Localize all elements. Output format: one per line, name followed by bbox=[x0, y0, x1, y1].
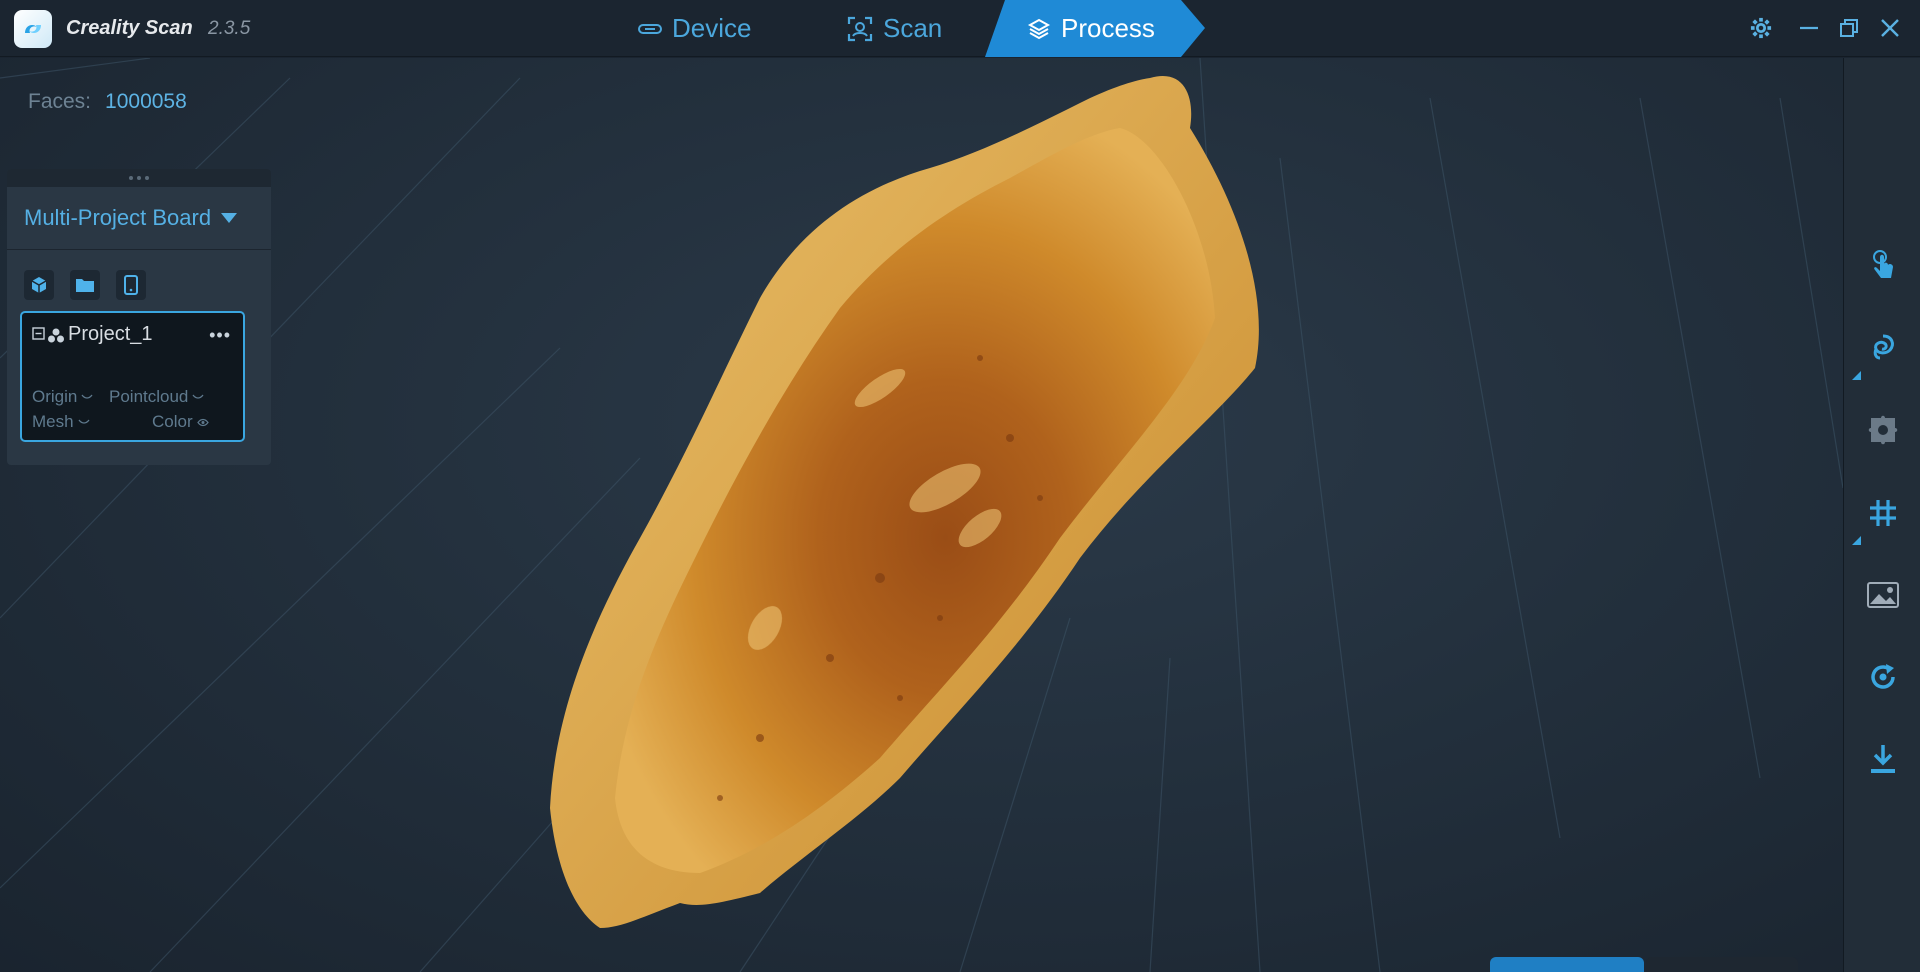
layer-origin-label: Origin bbox=[32, 387, 78, 406]
multi-project-board-dropdown[interactable]: Multi-Project Board bbox=[7, 187, 271, 250]
touch-select-tool[interactable] bbox=[1866, 248, 1900, 282]
project-icons bbox=[32, 327, 65, 343]
minimize-icon bbox=[1800, 26, 1818, 30]
eye-icon[interactable] bbox=[196, 418, 209, 427]
cube-icon bbox=[31, 277, 47, 293]
faces-readout: Faces: 1000058 bbox=[28, 90, 187, 114]
layer-pointcloud[interactable]: Pointcloud bbox=[109, 387, 204, 407]
restore-icon bbox=[1840, 19, 1858, 37]
right-toolbar bbox=[1843, 58, 1920, 972]
tab-process-label: Process bbox=[1061, 13, 1155, 43]
rotate-icon bbox=[1871, 664, 1895, 689]
image-texture-icon bbox=[1867, 582, 1899, 608]
hidden-eye-icon[interactable] bbox=[81, 393, 93, 401]
project-name: Project_1 bbox=[68, 323, 153, 345]
app-name: Creality Scan bbox=[66, 17, 193, 39]
project-more-button[interactable]: ••• bbox=[209, 325, 231, 346]
floor-grid bbox=[0, 58, 1843, 972]
scan-frame-icon bbox=[847, 16, 873, 41]
tab-scan[interactable]: Scan bbox=[847, 0, 942, 57]
layer-mesh[interactable]: Mesh bbox=[32, 412, 90, 432]
app-version: 2.3.5 bbox=[208, 18, 251, 39]
settings-icon bbox=[1750, 17, 1772, 39]
hidden-eye-icon[interactable] bbox=[192, 393, 204, 401]
lasso-submenu-indicator bbox=[1852, 371, 1861, 380]
hash-grid-icon bbox=[1870, 500, 1896, 526]
chevron-down-icon bbox=[221, 213, 238, 223]
lasso-tool[interactable] bbox=[1866, 330, 1900, 364]
3d-viewport[interactable]: Faces: 1000058 Multi-Project Board Proje… bbox=[0, 58, 1843, 972]
tab-scan-label: Scan bbox=[883, 13, 943, 43]
faces-label: Faces: bbox=[28, 90, 92, 113]
tab-device[interactable]: Device bbox=[638, 0, 751, 57]
tab-device-label: Device bbox=[672, 13, 752, 43]
grid-submenu-indicator bbox=[1852, 536, 1861, 545]
export-tool[interactable] bbox=[1866, 742, 1900, 776]
minimize-button[interactable] bbox=[1795, 14, 1823, 42]
close-button[interactable] bbox=[1876, 14, 1904, 42]
layer-pointcloud-label: Pointcloud bbox=[109, 387, 189, 406]
folder-icon bbox=[76, 279, 94, 292]
close-icon bbox=[1881, 19, 1899, 37]
faces-value: 1000058 bbox=[105, 90, 187, 113]
collapse-icon[interactable] bbox=[32, 327, 45, 340]
app-logo bbox=[14, 10, 52, 48]
color-mode-button[interactable]: Color bbox=[1490, 957, 1644, 972]
texture-tool[interactable] bbox=[1866, 578, 1900, 612]
title-bar: Creality Scan 2.3.5 Device Scan Process bbox=[0, 0, 1920, 57]
layer-mesh-label: Mesh bbox=[32, 412, 74, 431]
lasso-icon bbox=[1873, 334, 1894, 360]
puzzle-icon bbox=[1868, 415, 1898, 445]
layer-color-label: Color bbox=[152, 412, 193, 431]
touch-select-icon bbox=[1873, 250, 1893, 278]
merge-tool[interactable] bbox=[1866, 413, 1900, 447]
device-link-icon bbox=[638, 23, 662, 34]
app-window: Creality Scan 2.3.5 Device Scan Process bbox=[0, 0, 1920, 972]
layers-icon bbox=[1027, 18, 1051, 39]
grid-tool[interactable] bbox=[1866, 496, 1900, 530]
phone-button[interactable] bbox=[116, 270, 146, 300]
panel-drag-handle[interactable] bbox=[7, 169, 271, 187]
import-model-button[interactable] bbox=[24, 270, 54, 300]
hidden-eye-icon[interactable] bbox=[78, 418, 90, 426]
download-icon bbox=[1871, 745, 1895, 773]
board-title: Multi-Project Board bbox=[24, 205, 212, 230]
settings-button[interactable] bbox=[1747, 14, 1775, 42]
rotate-tool[interactable] bbox=[1866, 660, 1900, 694]
tab-process[interactable]: Process bbox=[985, 0, 1205, 57]
phone-icon bbox=[124, 275, 138, 295]
scanned-model[interactable] bbox=[550, 76, 1259, 929]
group-icon bbox=[48, 328, 64, 343]
project-card[interactable]: Project_1 ••• Origin Pointcloud Mesh Col… bbox=[20, 311, 245, 442]
layer-color[interactable]: Color bbox=[152, 412, 209, 432]
no-color-mode-button[interactable]: No Color bbox=[1646, 957, 1798, 972]
restore-button[interactable] bbox=[1835, 14, 1863, 42]
layer-origin[interactable]: Origin bbox=[32, 387, 93, 407]
project-panel: Multi-Project Board Project_1 ••• Origin… bbox=[7, 169, 271, 465]
open-folder-button[interactable] bbox=[70, 270, 100, 300]
